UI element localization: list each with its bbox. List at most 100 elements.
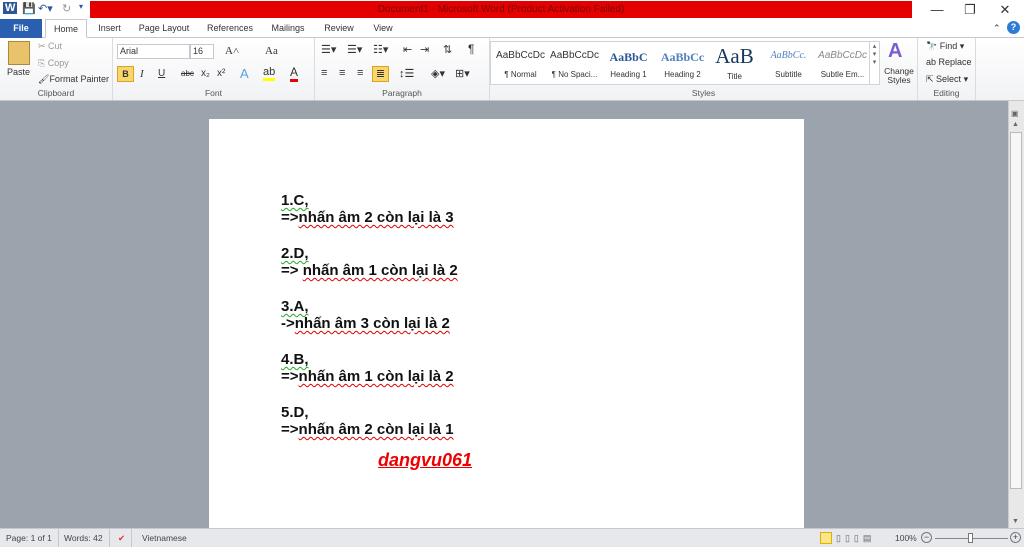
help-icon[interactable]: ? xyxy=(1007,21,1020,34)
style-sample: AaBbCcDc xyxy=(496,50,545,61)
style-name: Title xyxy=(727,72,742,81)
replace-button[interactable]: ab Replace xyxy=(926,57,972,67)
font-label: Font xyxy=(204,88,222,98)
scrollbar-thumb[interactable] xyxy=(1010,132,1022,489)
style-name: Subtle Em... xyxy=(820,70,865,79)
language[interactable]: Vietnamese xyxy=(136,529,193,547)
style-sample: AaBbCc. xyxy=(770,50,807,61)
answer-explanation: =>nhấn âm 2 còn lại là 3 xyxy=(281,209,454,226)
save-icon[interactable]: 💾 xyxy=(22,2,36,15)
explanation-text: nhấn âm 1 còn lại là 2 xyxy=(302,262,458,279)
cut-button[interactable]: ✂ Cut xyxy=(38,41,62,52)
scroll-down-icon[interactable]: ▼ xyxy=(1012,518,1019,525)
print-layout-icon[interactable] xyxy=(820,532,832,544)
ribbon: Paste ✂ Cut ⎘ Copy 🖌Format Painter Clipb… xyxy=(0,38,1024,101)
bold-button[interactable]: B xyxy=(117,66,134,82)
change-styles-button[interactable]: Change Styles xyxy=(883,67,915,85)
page-count[interactable]: Page: 1 of 1 xyxy=(0,529,59,547)
change-styles-icon[interactable]: A xyxy=(888,40,902,63)
shading-icon[interactable]: ◈▾ xyxy=(431,67,445,80)
italic-button[interactable]: I xyxy=(140,68,144,80)
customize-qat-icon[interactable]: ▾ xyxy=(79,2,83,11)
style-heading-1[interactable]: AaBbC Heading 1 xyxy=(601,50,656,79)
increase-indent-icon[interactable]: ⇥ xyxy=(420,43,429,56)
answer-label: 3.A, xyxy=(281,298,309,315)
style-heading-2[interactable]: AaBbCc Heading 2 xyxy=(655,50,710,79)
minimize-button[interactable]: — xyxy=(922,2,952,17)
scroll-up-icon[interactable]: ▲ xyxy=(1012,121,1019,128)
zoom-in-button[interactable]: + xyxy=(1010,532,1021,543)
grow-font-button[interactable]: A˄ xyxy=(225,45,239,57)
align-center-icon[interactable]: ≡ xyxy=(339,67,345,79)
style-no-spacing[interactable]: AaBbCcDc ¶ No Spaci... xyxy=(547,50,602,79)
paste-button[interactable]: Paste xyxy=(7,67,30,77)
bullets-icon[interactable]: ☰▾ xyxy=(321,43,336,56)
justify-icon[interactable]: ≣ xyxy=(372,66,389,82)
undo-icon[interactable]: ↶▾ xyxy=(38,2,53,15)
change-case-button[interactable]: Aa xyxy=(265,45,278,57)
style-subtitle[interactable]: AaBbCc. Subtitle xyxy=(761,50,816,79)
clipboard-label: Clipboard xyxy=(37,88,75,98)
underline-button[interactable]: U xyxy=(158,68,165,79)
styles-label: Styles xyxy=(691,88,716,98)
tab-mailings[interactable]: Mailings xyxy=(267,19,309,38)
find-button[interactable]: 🔭 Find ▾ xyxy=(926,41,964,52)
sort-icon[interactable]: ⇅ xyxy=(443,43,452,56)
decrease-indent-icon[interactable]: ⇤ xyxy=(403,43,412,56)
title-bar: W 💾 ↶▾ ↻ ▾ Document1 - Microsoft Word (P… xyxy=(0,0,1024,19)
tab-review[interactable]: Review xyxy=(321,19,357,38)
tab-page-layout[interactable]: Page Layout xyxy=(136,19,192,38)
align-right-icon[interactable]: ≡ xyxy=(357,67,363,79)
tab-file[interactable]: File xyxy=(0,19,42,38)
style-sample: AaB xyxy=(715,44,754,68)
copy-button[interactable]: ⎘ Copy xyxy=(38,58,69,69)
minimize-ribbon-icon[interactable]: ⌃ xyxy=(993,23,1001,34)
answer-explanation: ->nhấn âm 3 còn lại là 2 xyxy=(281,315,450,332)
tab-view[interactable]: View xyxy=(368,19,398,38)
view-buttons[interactable]: ▯▯▯▤ xyxy=(836,529,875,547)
proofing-icon[interactable]: ✔ xyxy=(112,529,133,547)
ruler-toggle-icon[interactable]: ▣ xyxy=(1011,109,1019,118)
restore-button[interactable]: ❐ xyxy=(955,2,985,18)
multilevel-list-icon[interactable]: ☷▾ xyxy=(373,43,388,56)
font-color-icon[interactable]: A xyxy=(290,65,299,82)
close-button[interactable]: ✕ xyxy=(990,2,1020,18)
align-left-icon[interactable]: ≡ xyxy=(321,67,327,79)
font-size-select[interactable]: 16 xyxy=(190,44,214,59)
zoom-slider-thumb[interactable] xyxy=(968,533,973,543)
style-sample: AaBbCc xyxy=(660,50,705,64)
subscript-button[interactable]: x₂ xyxy=(201,68,210,79)
strikethrough-button[interactable]: abc xyxy=(181,69,194,78)
borders-icon[interactable]: ⊞▾ xyxy=(455,67,470,80)
show-formatting-button[interactable]: ¶ xyxy=(468,42,474,56)
styles-scroll[interactable]: ▴ ▾ ▾ xyxy=(869,42,879,84)
editing-label: Editing xyxy=(933,88,960,98)
superscript-button[interactable]: x² xyxy=(217,68,225,79)
cut-label: Cut xyxy=(48,41,63,51)
tab-references[interactable]: References xyxy=(204,19,256,38)
style-normal[interactable]: AaBbCcDc ¶ Normal xyxy=(493,50,548,79)
font-group: Arial 16 A˄ Aa B I U abc x₂ x² A ab A Fo… xyxy=(113,38,315,100)
answer-heading: 3.A, xyxy=(281,298,309,315)
tab-home[interactable]: Home xyxy=(45,19,87,38)
select-button[interactable]: ⇱ Select ▾ xyxy=(926,74,968,85)
word-icon[interactable]: W xyxy=(3,2,18,14)
style-title[interactable]: AaB Title xyxy=(707,44,762,81)
font-name-select[interactable]: Arial xyxy=(117,44,190,59)
line-spacing-icon[interactable]: ↕☰ xyxy=(399,67,414,80)
text-effects-icon[interactable]: A xyxy=(240,66,249,81)
zoom-level[interactable]: 100% xyxy=(895,529,917,547)
highlight-icon[interactable]: ab xyxy=(263,66,276,81)
tab-insert[interactable]: Insert xyxy=(92,19,127,38)
paste-icon[interactable] xyxy=(8,41,30,65)
arrow: => xyxy=(281,368,299,385)
format-painter-button[interactable]: 🖌Format Painter xyxy=(38,74,109,85)
clipboard-group: Paste ✂ Cut ⎘ Copy 🖌Format Painter Clipb… xyxy=(0,38,113,100)
paragraph-label: Paragraph xyxy=(382,88,422,98)
ribbon-tabs: File Home Insert Page Layout References … xyxy=(0,19,1024,38)
style-subtle-emphasis[interactable]: AaBbCcDc Subtle Em... xyxy=(815,50,870,79)
zoom-out-button[interactable]: − xyxy=(921,532,932,543)
word-count[interactable]: Words: 42 xyxy=(58,529,110,547)
redo-icon[interactable]: ↻ xyxy=(62,2,71,15)
numbering-icon[interactable]: ☰▾ xyxy=(347,43,362,56)
